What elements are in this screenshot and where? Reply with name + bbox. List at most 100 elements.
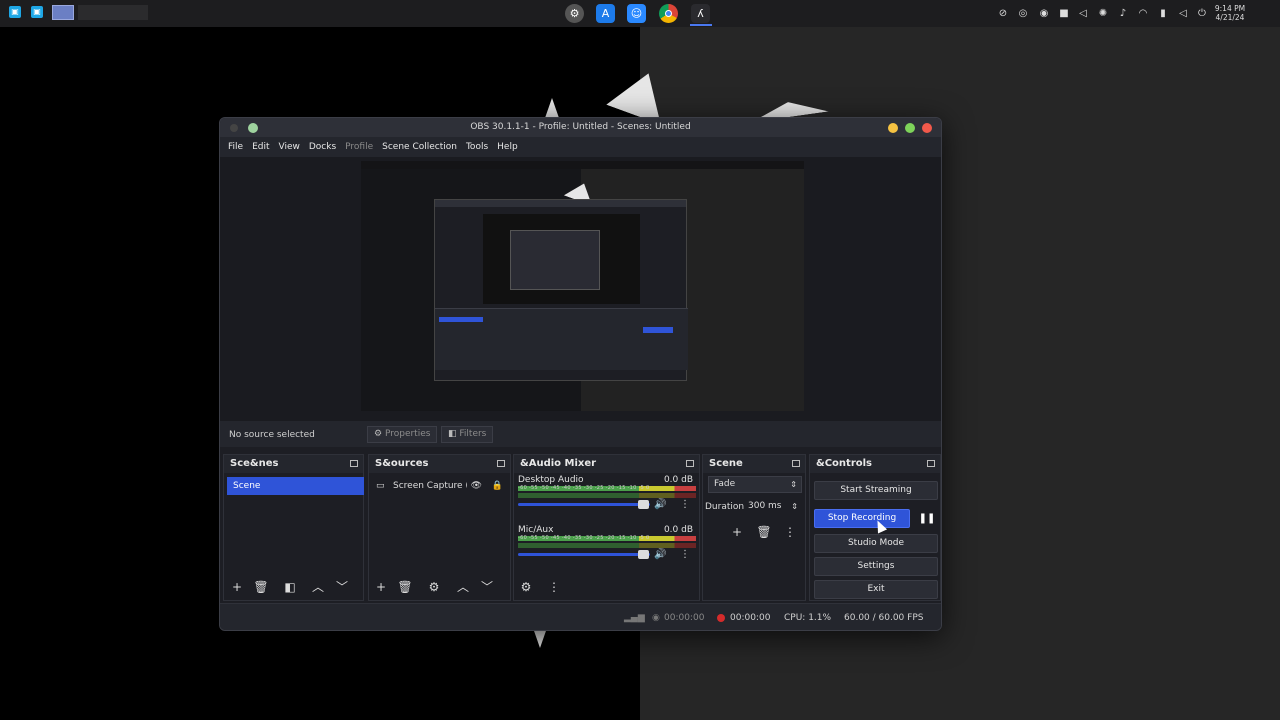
chevron-down-icon[interactable]: ﹀ — [478, 578, 496, 596]
chevron-up-icon[interactable]: ︿ — [454, 578, 472, 596]
chrome-icon[interactable] — [659, 4, 678, 23]
record-time: 00:00:00 — [730, 613, 771, 623]
scenes-dock: Sce&nes Scene + 🗑 ◧ ︿ ﹀ — [223, 454, 364, 601]
transition-select[interactable]: Fade ⇕ — [708, 476, 802, 493]
clock[interactable]: 9:14 PM 4/21/24 — [1212, 4, 1248, 22]
undock-icon[interactable] — [350, 460, 358, 467]
window-titlebar[interactable]: OBS 30.1.1-1 - Profile: Untitled - Scene… — [220, 118, 941, 137]
source-list-item[interactable]: ▭ Screen Capture (PipeW 👁 🔒 — [373, 478, 506, 494]
menu-help[interactable]: Help — [497, 142, 518, 152]
undock-icon[interactable] — [686, 460, 694, 467]
eye-icon[interactable]: 👁 — [471, 478, 482, 494]
window-menu-icon[interactable] — [230, 124, 238, 132]
clock-date: 4/21/24 — [1215, 13, 1245, 22]
menu-tools[interactable]: Tools — [466, 142, 488, 152]
trash-icon[interactable]: 🗑 — [755, 523, 773, 541]
monitor-icon: ▭ — [376, 481, 385, 491]
start-streaming-button[interactable]: Start Streaming — [814, 481, 938, 500]
microphone-icon[interactable]: ♪ — [1116, 5, 1130, 21]
properties-button[interactable]: ⚙ Properties — [367, 426, 438, 443]
volume-slider-handle[interactable] — [638, 500, 649, 509]
pin-icon[interactable] — [248, 123, 258, 133]
pause-recording-icon[interactable]: ❚❚ — [916, 509, 938, 528]
menu-profile[interactable]: Profile — [345, 142, 373, 152]
stop-recording-button[interactable]: Stop Recording — [814, 509, 910, 528]
spin-arrows-icon[interactable]: ⇕ — [791, 499, 798, 514]
volume-slider[interactable] — [518, 503, 650, 506]
preview-canvas[interactable] — [361, 161, 804, 411]
menu-docks[interactable]: Docks — [309, 142, 336, 152]
menu-scene-collection[interactable]: Scene Collection — [382, 142, 457, 152]
obs-window: OBS 30.1.1-1 - Profile: Untitled - Scene… — [219, 117, 942, 631]
filter-icon[interactable]: ◧ — [281, 578, 299, 596]
speaker-icon[interactable]: 🔊 — [654, 499, 666, 510]
duration-value: 300 ms — [748, 501, 782, 511]
controls-dock-title: &Controls — [816, 458, 873, 469]
terminal-icon[interactable]: ʎ — [691, 4, 710, 23]
maximize-button[interactable] — [905, 123, 915, 133]
filters-button[interactable]: ◧ Filters — [441, 426, 494, 443]
kebab-menu-icon[interactable]: ⋮ — [545, 578, 563, 596]
sync-icon[interactable]: ◎ — [1016, 5, 1030, 21]
speaker-icon[interactable]: 🔊 — [654, 549, 666, 560]
source-toolbar: No source selected ⚙ Properties ◧ Filter… — [220, 421, 941, 447]
gear-icon[interactable]: ⚙ — [425, 578, 443, 596]
audio-mixer-dock: &Audio Mixer Desktop Audio 0.0 dB -60 -5… — [513, 454, 700, 601]
studio-mode-button[interactable]: Studio Mode — [814, 534, 938, 553]
undock-icon[interactable] — [792, 460, 800, 467]
add-icon[interactable]: + — [372, 578, 390, 596]
mixer-channel: Desktop Audio 0.0 dB -60 -55 -50 -45 -40… — [518, 475, 696, 519]
exit-button[interactable]: Exit — [814, 580, 938, 599]
preview-area[interactable] — [220, 157, 941, 421]
menu-edit[interactable]: Edit — [252, 142, 269, 152]
workspace-active[interactable] — [52, 5, 74, 20]
chevron-up-icon[interactable]: ︿ — [309, 578, 327, 596]
transition-selected: Fade — [714, 479, 736, 489]
lock-icon[interactable]: 🔒 — [492, 478, 503, 494]
chevron-down-icon[interactable]: ﹀ — [333, 578, 351, 596]
kebab-menu-icon[interactable]: ⋮ — [680, 499, 690, 510]
kebab-menu-icon[interactable]: ⋮ — [781, 523, 799, 541]
settings-app-icon[interactable]: ⚙ — [565, 4, 584, 23]
close-button[interactable] — [922, 123, 932, 133]
preview-nested-topbar — [361, 161, 804, 169]
mute-icon[interactable]: ⊘ — [996, 5, 1010, 21]
stream-icon: ◉ — [652, 613, 660, 623]
app-store-icon[interactable]: A — [596, 4, 615, 23]
menu-view[interactable]: View — [279, 142, 300, 152]
trash-icon[interactable]: 🗑 — [396, 578, 414, 596]
window-icon[interactable]: ■ — [1057, 5, 1071, 21]
properties-label: Properties — [384, 429, 431, 439]
window-title: OBS 30.1.1-1 - Profile: Untitled - Scene… — [470, 122, 691, 132]
channel-name: Desktop Audio — [518, 475, 584, 485]
volume-slider[interactable] — [518, 553, 650, 556]
add-icon[interactable]: + — [728, 523, 746, 541]
trash-icon[interactable]: 🗑 — [252, 578, 270, 596]
finder-icon[interactable]: ☺ — [627, 4, 646, 23]
menu-file[interactable]: File — [228, 142, 243, 152]
minimize-button[interactable] — [888, 123, 898, 133]
brightness-icon[interactable]: ✺ — [1096, 5, 1110, 21]
wifi-icon[interactable]: ◠ — [1136, 5, 1150, 21]
channel-db: 0.0 dB — [663, 525, 693, 535]
advanced-audio-icon[interactable]: ⚙ — [517, 578, 535, 596]
kebab-menu-icon[interactable]: ⋮ — [680, 549, 690, 560]
power-icon[interactable]: ⏻ — [1195, 5, 1209, 21]
workspace-icon[interactable]: ▣ — [31, 6, 43, 18]
battery-icon[interactable]: ▮ — [1156, 5, 1170, 21]
workspace-icon[interactable]: ▣ — [9, 6, 21, 18]
undock-icon[interactable] — [497, 460, 505, 467]
record-tray-icon[interactable]: ◉ — [1037, 5, 1051, 21]
speaker-icon[interactable]: ◁ — [1176, 5, 1190, 21]
duration-spinbox[interactable]: 300 ms ⇕ — [745, 499, 801, 514]
volume-slider-handle[interactable] — [638, 550, 649, 559]
undock-icon[interactable] — [927, 460, 935, 467]
nested-titlebar — [435, 200, 686, 207]
add-icon[interactable]: + — [228, 578, 246, 596]
level-meter-secondary — [518, 493, 696, 498]
level-meter-secondary — [518, 543, 696, 548]
volume-icon[interactable]: ◁ — [1076, 5, 1090, 21]
settings-button[interactable]: Settings — [814, 557, 938, 576]
scene-list-item[interactable]: Scene — [227, 477, 364, 495]
preview-nested-obs — [434, 199, 688, 381]
